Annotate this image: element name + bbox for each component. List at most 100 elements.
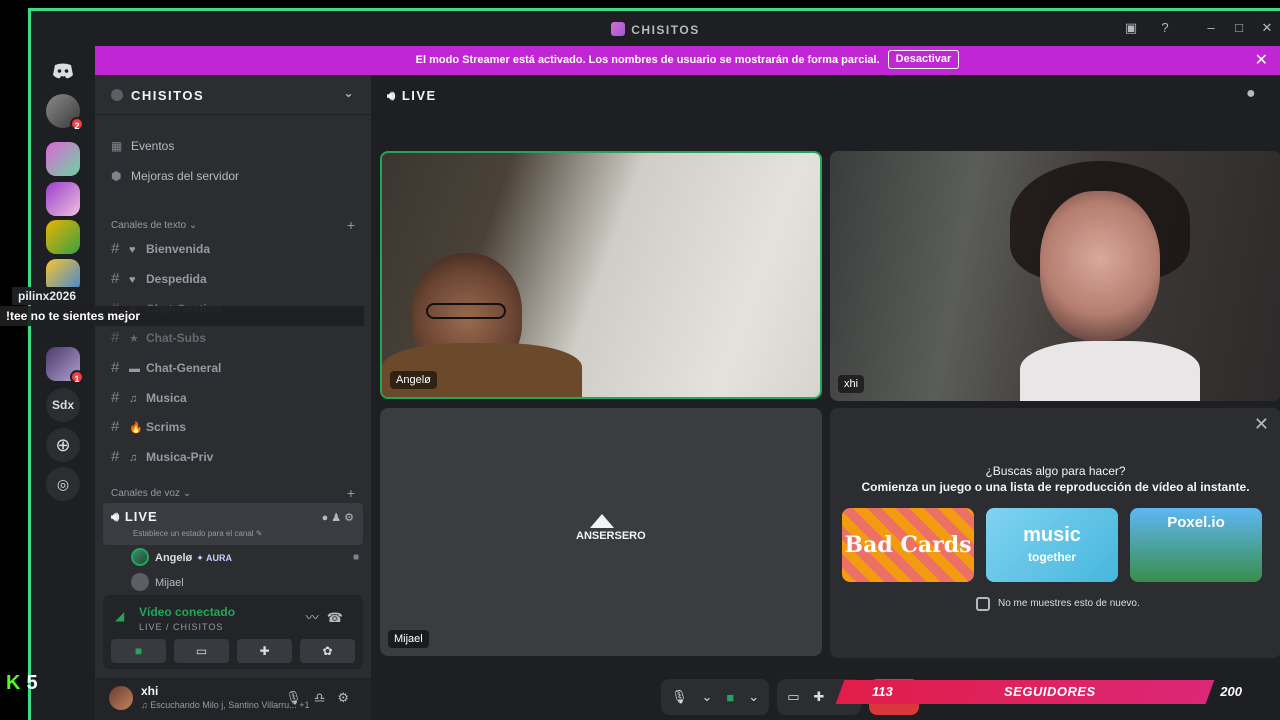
minimize-button[interactable]: – [1202, 19, 1220, 37]
activity-card-poxel[interactable]: Poxel.io [1130, 508, 1262, 582]
maximize-button[interactable]: □ [1230, 19, 1248, 37]
close-window-button[interactable]: ✕ [1258, 19, 1276, 37]
chat-bubble-icon[interactable]: ● [1246, 85, 1266, 105]
tile-name-label: xhi [838, 375, 865, 393]
hash-icon: # [111, 418, 120, 435]
add-server-icon[interactable]: ⊕ [46, 428, 80, 462]
camera-button[interactable]: ■ [111, 639, 166, 663]
title-bar: CHISITOS ▣ ? – □ ✕ [31, 11, 1280, 46]
voice-category[interactable]: Canales de voz ⌄ + [111, 485, 355, 502]
user-avatar-server[interactable]: 2 [46, 94, 84, 131]
server-dark[interactable]: 1 [46, 347, 84, 384]
channel-sidebar: CHISITOS ⌄ ▦ Eventos ⬢ Mejoras del servido… [95, 75, 371, 720]
screen-share-icon[interactable]: ▭ [787, 689, 799, 705]
channel-chat-subs[interactable]: # ★ Chat-Subs [111, 325, 363, 351]
voice-channel-live[interactable]: 🔊︎ LIVE Establece un estado para el cana… [103, 503, 363, 545]
channel-scrims[interactable]: # 🔥 Scrims [111, 414, 363, 440]
dont-show-label: No me muestres esto de nuevo. [998, 598, 1140, 609]
stream-chat-overlay: pilinx2026 !tee no te sientes mejor [0, 284, 364, 328]
chat-icon[interactable]: ● [322, 512, 332, 524]
kick-count: 5 [26, 672, 38, 694]
video-feed-detail [426, 303, 506, 319]
video-tile-mijael[interactable]: ANSERSERO Mijael [380, 408, 822, 656]
disconnect-icon[interactable]: ☎ [327, 610, 351, 625]
tile-name-label: Mijael [388, 630, 429, 648]
server-rail: 2 1 Sdx ⊕ ◎ [31, 46, 95, 720]
dont-show-checkbox[interactable] [976, 597, 990, 611]
chevron-down-icon[interactable]: ⌄ [343, 86, 355, 100]
chat-username: pilinx2026 [12, 287, 83, 305]
streamer-mode-banner: El modo Streamer está activado. Los nomb… [95, 46, 1280, 75]
kick-overlay: K5 [6, 672, 38, 695]
chevron-down-icon[interactable]: ⌄ [748, 689, 759, 705]
server-sdx[interactable]: Sdx [46, 388, 80, 422]
video-tile-xhi[interactable]: xhi [830, 151, 1280, 401]
username: xhi [141, 684, 159, 698]
activity-card-bad-cards[interactable]: Bad Cards [842, 508, 974, 582]
user-panel: xhi ♫ Escuchando Milo j, Santino Villarr… [95, 678, 371, 720]
channel-musica[interactable]: # ♫ Musica [111, 385, 363, 411]
channel-chat-general[interactable]: # ▬ Chat-General [111, 355, 363, 381]
deactivate-streamer-button[interactable]: Desactivar [887, 50, 960, 69]
server-yellow[interactable] [46, 220, 80, 254]
activity-button[interactable]: ✚ [237, 639, 292, 663]
server-icon [611, 22, 626, 36]
user-logo: ANSERSERO [576, 506, 646, 558]
voice-channel-status[interactable]: Establece un estado para el canal ✎ [133, 529, 262, 538]
guild-icon [111, 89, 123, 101]
video-feed-detail [1020, 341, 1200, 401]
voice-user-angelo[interactable]: Angelø ✦ AURA ■ [131, 547, 359, 569]
channel-musica-priv[interactable]: # ♫ Musica-Priv [111, 444, 363, 470]
activity-icon[interactable]: ✚ [813, 689, 824, 705]
channel-bienvenida[interactable]: # ♥ Bienvenida [111, 236, 363, 262]
connection-location[interactable]: LIVE / CHISITOS [139, 622, 223, 632]
followers-label: SEGUIDORES [1004, 684, 1096, 699]
panel-buttons: ■ ▭ ✚ ✿ [111, 639, 355, 663]
gear-icon[interactable]: ⚙ [344, 512, 357, 524]
add-text-channel-icon[interactable]: + [347, 217, 355, 233]
signal-icon[interactable]: ◢ [115, 609, 129, 623]
text-category[interactable]: Canales de texto ⌄ + [111, 217, 355, 234]
mic-icon[interactable]: 🎙︎ [285, 690, 314, 705]
followers-current: 113 [872, 684, 893, 699]
activity-card-music-together[interactable]: music together [986, 508, 1118, 582]
close-icon[interactable]: ✕ [1254, 414, 1269, 435]
close-banner-icon[interactable]: ✕ [1255, 46, 1268, 75]
inbox-icon[interactable]: ▣ [1122, 19, 1140, 37]
aura-badge: ✦ AURA [196, 553, 232, 563]
server-pink[interactable] [46, 142, 80, 176]
screen-share-button[interactable]: ▭ [174, 639, 229, 663]
video-tile-angelo[interactable]: Angelø [380, 151, 822, 399]
add-voice-channel-icon[interactable]: + [347, 485, 355, 501]
boost-icon: ⬢ [111, 169, 122, 183]
follower-goal-overlay: 113 SEGUIDORES 200 [835, 680, 1280, 704]
speaker-icon: 🔊︎ [111, 509, 121, 524]
discord-home-icon[interactable] [46, 54, 80, 88]
app-window: CHISITOS ▣ ? – □ ✕ 2 1 Sdx ⊕ ◎ El modo S… [28, 8, 1280, 720]
avatar[interactable] [109, 686, 133, 710]
mic-icon[interactable]: 🎙︎ [671, 689, 688, 705]
call-channel-title: 🔊︎ LIVE [387, 88, 437, 103]
mic-group: 🎙︎ ⌄ ■ ⌄ [661, 679, 770, 715]
nav-boosts[interactable]: ⬢ Mejoras del servidor [111, 166, 239, 186]
voice-user-mijael[interactable]: Mijael [131, 572, 359, 594]
guild-header[interactable]: CHISITOS ⌄ [95, 75, 371, 115]
discover-icon[interactable]: ◎ [46, 467, 80, 501]
nav-events[interactable]: ▦ Eventos [111, 136, 174, 156]
headphones-icon[interactable]: ♎︎ [314, 690, 338, 705]
settings-gear-icon[interactable]: ⚙ [337, 690, 361, 705]
hash-icon: # [111, 240, 120, 257]
triangle-icon [590, 514, 614, 528]
followers-goal: 200 [1220, 684, 1242, 699]
calendar-icon: ▦ [111, 139, 123, 153]
help-icon[interactable]: ? [1156, 19, 1174, 37]
soundboard-button[interactable]: ✿ [300, 639, 355, 663]
speaker-icon: 🔊︎ [387, 88, 397, 103]
noise-suppression-icon[interactable]: 〰 [306, 610, 327, 625]
window-title: CHISITOS [31, 22, 1280, 37]
camera-icon[interactable]: ■ [726, 690, 734, 705]
invite-icon[interactable]: ♟ [331, 512, 344, 524]
server-purple[interactable] [46, 182, 80, 216]
chevron-down-icon[interactable]: ⌄ [702, 689, 713, 705]
voice-channel-name: 🔊︎ LIVE [111, 509, 158, 524]
